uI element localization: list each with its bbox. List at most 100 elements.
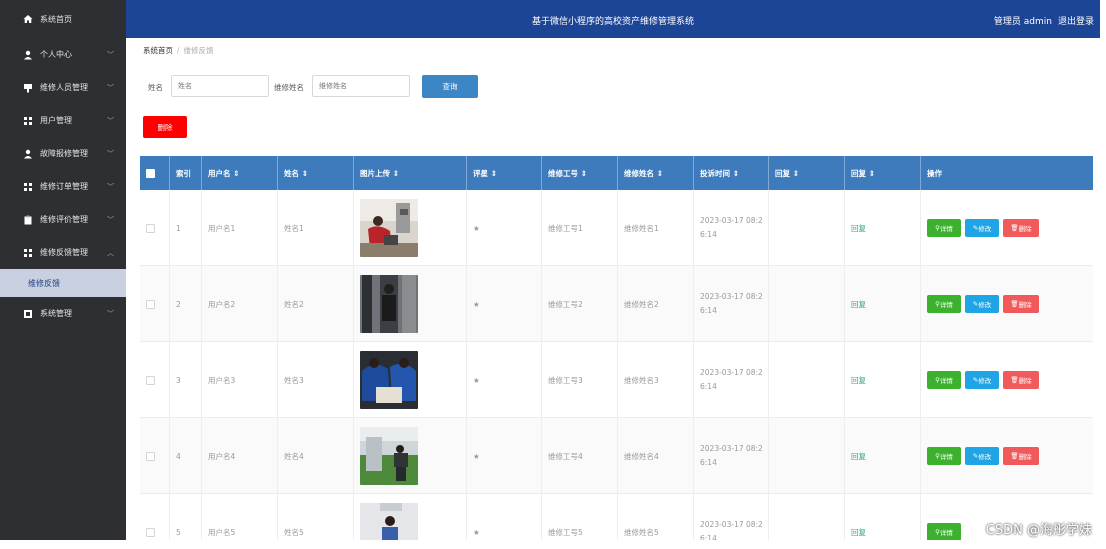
delete-button[interactable]: 🗑 删除 xyxy=(1003,219,1039,237)
delete-button[interactable]: 🗑 删除 xyxy=(1003,371,1039,389)
th-username[interactable]: 用户名 ⇕ xyxy=(202,156,278,190)
cell-name: 姓名1 xyxy=(278,190,354,266)
edit-label: 修改 xyxy=(978,301,992,309)
cell-username: 用户名4 xyxy=(202,418,278,494)
sidebar-item-home[interactable]: 系统首页 xyxy=(0,0,126,38)
chevron-down-icon: ﹀ xyxy=(107,182,114,191)
grid-icon xyxy=(22,115,33,126)
repair-photo-thumbnail[interactable] xyxy=(360,275,418,333)
sidebar-subitem-feedback[interactable]: 维修反馈 xyxy=(0,269,126,297)
delete-button[interactable]: 🗑 删除 xyxy=(1003,447,1039,465)
sidebar-item-evaluation[interactable]: 维修评价管理 ﹀ xyxy=(0,203,126,236)
table-row: 2 用户名2 姓名2 ★ 维修工号2 维修姓名2 2023-03-17 08:2… xyxy=(140,266,1093,342)
app-title: 基于微信小程序的高校资产维修管理系统 xyxy=(531,17,694,27)
th-reply-b[interactable]: 回复 ⇕ xyxy=(845,156,921,190)
edit-button[interactable]: ✎ 修改 xyxy=(965,371,999,389)
bottom-strip xyxy=(0,540,1106,549)
trash-icon: 🗑 xyxy=(1010,452,1019,460)
detail-label: 详情 xyxy=(939,225,953,233)
edit-button[interactable]: ✎ 修改 xyxy=(965,295,999,313)
table-header: 索引 用户名 ⇕ 姓名 ⇕ 图片上传 ⇕ 评星 ⇕ 维修工号 ⇕ 维修姓名 ⇕ … xyxy=(140,156,1093,190)
cell-stars: ★ xyxy=(467,266,542,342)
search-button[interactable]: 查询 xyxy=(422,75,478,98)
repair-photo-thumbnail[interactable] xyxy=(360,199,418,257)
row-checkbox[interactable] xyxy=(146,375,155,385)
row-checkbox[interactable] xyxy=(146,451,155,461)
select-all-checkbox[interactable] xyxy=(146,168,155,178)
cell-actions: ⚲ 详情 ✎ 修改 🗑 删除 xyxy=(921,418,1093,494)
sidebar-item-staff[interactable]: 维修人员管理 ﹀ xyxy=(0,71,126,104)
repair-photo-thumbnail[interactable] xyxy=(360,427,418,485)
cell-reply-empty xyxy=(769,418,845,494)
chevron-down-icon: ﹀ xyxy=(107,309,114,318)
detail-label: 详情 xyxy=(939,301,953,309)
breadcrumb-home[interactable]: 系统首页 xyxy=(143,46,173,55)
detail-button[interactable]: ⚲ 详情 xyxy=(927,371,961,389)
sidebar-item-label: 故障报修管理 xyxy=(40,149,88,158)
edit-label: 修改 xyxy=(978,225,992,233)
sidebar-item-feedback[interactable]: 维修反馈管理 ︿ xyxy=(0,236,126,269)
th-worker-id[interactable]: 维修工号 ⇕ xyxy=(542,156,618,190)
sidebar-item-label: 用户管理 xyxy=(40,116,72,125)
th-index[interactable]: 索引 xyxy=(170,156,202,190)
logout-link[interactable]: 退出登录 xyxy=(1058,17,1094,27)
cell-name: 姓名4 xyxy=(278,418,354,494)
cell-stars: ★ xyxy=(467,342,542,418)
sidebar-subitem-label: 维修反馈 xyxy=(28,278,60,288)
cell-stars: ★ xyxy=(467,190,542,266)
detail-button[interactable]: ⚲ 详情 xyxy=(927,219,961,237)
th-worker-name[interactable]: 维修姓名 ⇕ xyxy=(618,156,694,190)
bulk-delete-button[interactable]: 删除 xyxy=(143,116,187,138)
edit-button[interactable]: ✎ 修改 xyxy=(965,219,999,237)
worker-name-input[interactable] xyxy=(312,75,410,97)
edit-button[interactable]: ✎ 修改 xyxy=(965,447,999,465)
sidebar-item-profile[interactable]: 个人中心 ﹀ xyxy=(0,38,126,71)
cell-worker-id: 维修工号2 xyxy=(542,266,618,342)
breadcrumb: 系统首页 / 维修反馈 xyxy=(143,45,214,56)
th-reply-a[interactable]: 回复 ⇕ xyxy=(769,156,845,190)
detail-button[interactable]: ⚲ 详情 xyxy=(927,523,961,541)
cell-name: 姓名3 xyxy=(278,342,354,418)
person-icon xyxy=(22,49,33,60)
row-checkbox[interactable] xyxy=(146,299,155,309)
chevron-up-icon: ︿ xyxy=(107,248,114,257)
sidebar-item-system[interactable]: 系统管理 ﹀ xyxy=(0,297,126,330)
repair-photo-thumbnail[interactable] xyxy=(360,351,418,409)
trash-icon: 🗑 xyxy=(1010,376,1019,384)
edit-label: 修改 xyxy=(978,377,992,385)
row-checkbox[interactable] xyxy=(146,223,155,233)
sidebar-item-orders[interactable]: 维修订单管理 ﹀ xyxy=(0,170,126,203)
th-stars[interactable]: 评星 ⇕ xyxy=(467,156,542,190)
cell-image xyxy=(354,190,467,266)
trash-icon: 🗑 xyxy=(1010,300,1019,308)
worker-name-label: 维修姓名 xyxy=(274,83,304,92)
delete-button[interactable]: 🗑 删除 xyxy=(1003,295,1039,313)
row-checkbox[interactable] xyxy=(146,527,155,537)
th-time[interactable]: 投诉时间 ⇕ xyxy=(694,156,769,190)
th-image[interactable]: 图片上传 ⇕ xyxy=(354,156,467,190)
name-input[interactable] xyxy=(171,75,269,97)
th-name[interactable]: 姓名 ⇕ xyxy=(278,156,354,190)
time-line-1: 2023-03-17 08:2 xyxy=(700,520,763,529)
cell-name: 姓名2 xyxy=(278,266,354,342)
header-user-area: 管理员 admin 退出登录 xyxy=(988,14,1094,27)
person-icon xyxy=(22,148,33,159)
top-header: 基于微信小程序的高校资产维修管理系统 管理员 admin 退出登录 xyxy=(126,0,1100,38)
cell-reply: 回复 xyxy=(845,418,921,494)
feedback-table: 索引 用户名 ⇕ 姓名 ⇕ 图片上传 ⇕ 评星 ⇕ 维修工号 ⇕ 维修姓名 ⇕ … xyxy=(140,156,1093,549)
table-row: 4 用户名4 姓名4 ★ 维修工号4 维修姓名4 2023-03-17 08:2… xyxy=(140,418,1093,494)
row-select-cell xyxy=(140,342,170,418)
chevron-down-icon: ﹀ xyxy=(107,116,114,125)
cell-stars: ★ xyxy=(467,418,542,494)
cell-worker-name: 维修姓名1 xyxy=(618,190,694,266)
chevron-down-icon: ﹀ xyxy=(107,149,114,158)
cell-reply-empty xyxy=(769,342,845,418)
cell-worker-name: 维修姓名3 xyxy=(618,342,694,418)
detail-button[interactable]: ⚲ 详情 xyxy=(927,447,961,465)
detail-label: 详情 xyxy=(939,377,953,385)
sidebar-item-users[interactable]: 用户管理 ﹀ xyxy=(0,104,126,137)
chevron-down-icon: ﹀ xyxy=(107,215,114,224)
detail-button[interactable]: ⚲ 详情 xyxy=(927,295,961,313)
cell-index: 2 xyxy=(170,266,202,342)
sidebar-item-fault-report[interactable]: 故障报修管理 ﹀ xyxy=(0,137,126,170)
